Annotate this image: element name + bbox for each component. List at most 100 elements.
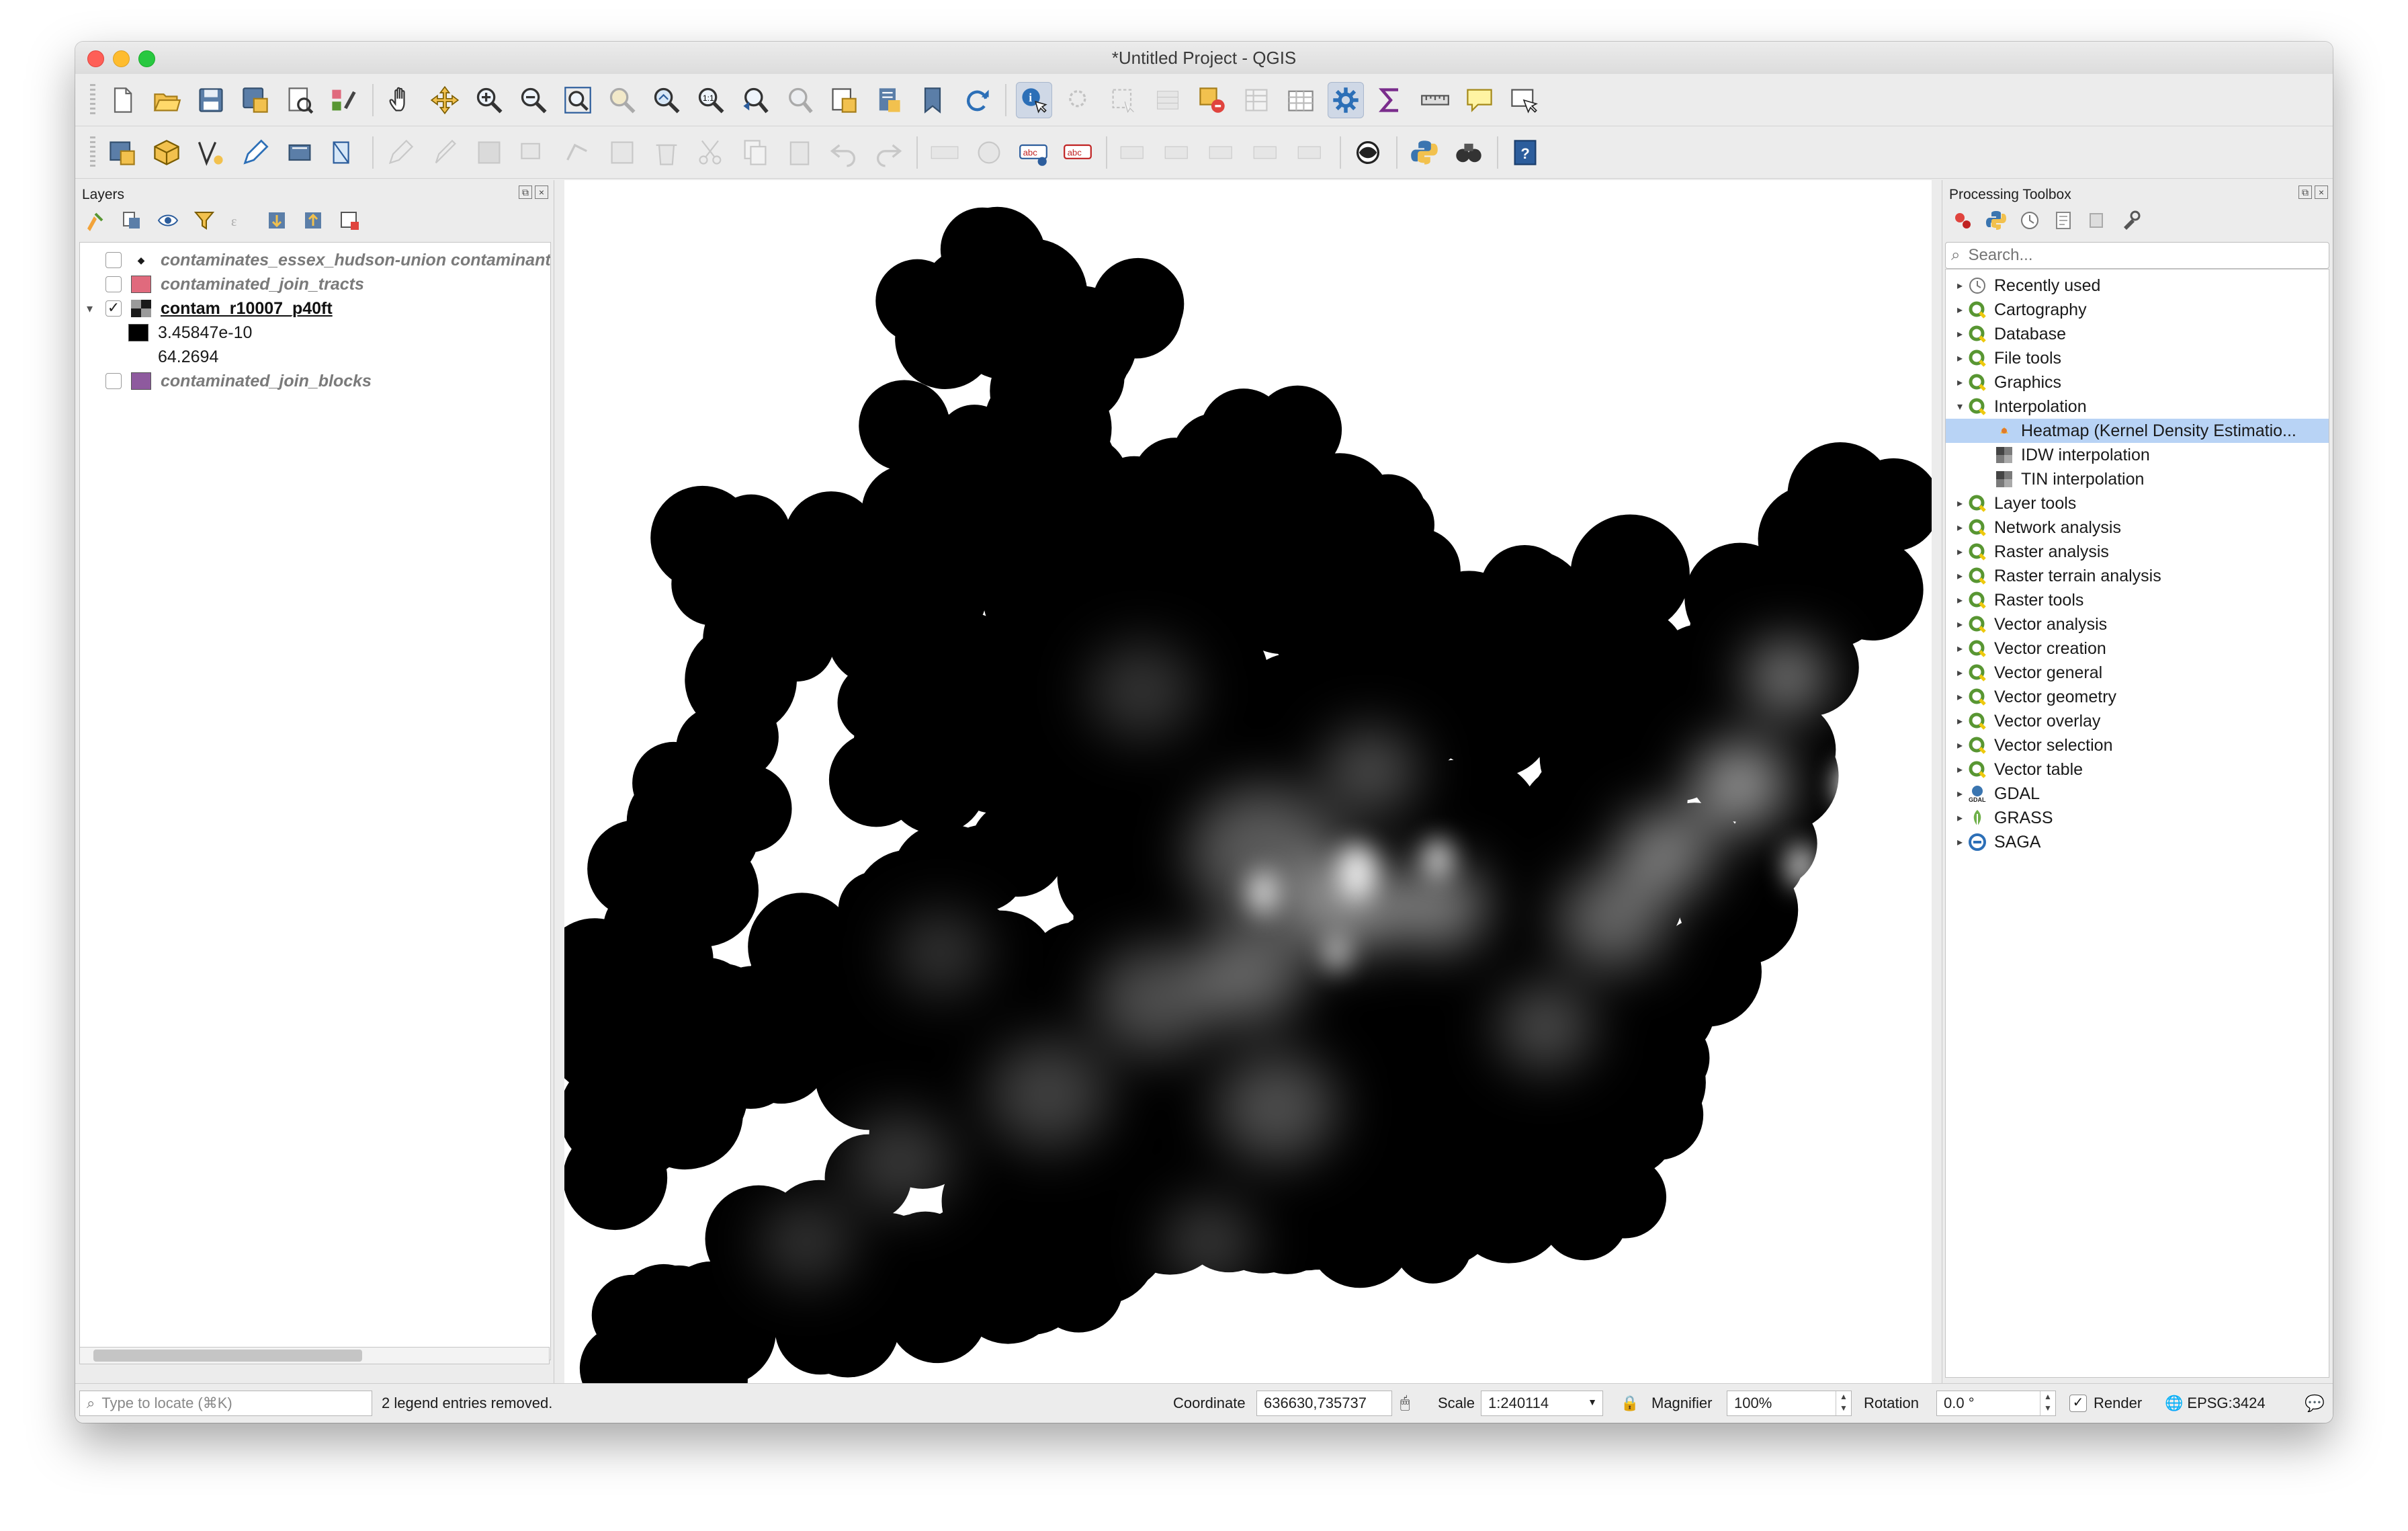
change-label-icon[interactable]	[1294, 135, 1329, 170]
algorithm-group[interactable]: ▾ Interpolation	[1946, 395, 2329, 419]
algorithm-group[interactable]: ▸ Recently used	[1946, 274, 2329, 298]
rotate-label-icon[interactable]	[1250, 135, 1285, 170]
edit-pencil-icon[interactable]	[238, 135, 273, 170]
copy-icon[interactable]	[738, 135, 773, 170]
gps-icon[interactable]	[282, 135, 317, 170]
algorithm-group[interactable]: ▸ Layer tools	[1946, 491, 2329, 515]
new-geopackage-icon[interactable]	[149, 135, 184, 170]
algorithm-group[interactable]: ▸ Graphics	[1946, 370, 2329, 395]
algorithm-group[interactable]: ▸ GDAL GDAL	[1946, 782, 2329, 806]
expand-all-icon[interactable]	[263, 207, 290, 234]
mesh-digitize-icon[interactable]	[327, 135, 361, 170]
modify-attributes-icon[interactable]	[605, 135, 640, 170]
chevron-right-icon[interactable]: ▸	[1952, 714, 1967, 728]
collapse-arrow-icon[interactable]: ▾	[87, 302, 100, 316]
algorithm-group[interactable]: ▸ Vector overlay	[1946, 709, 2329, 733]
algorithm-group[interactable]: ▸ Vector selection	[1946, 733, 2329, 757]
layer-visibility-checkbox[interactable]	[105, 276, 122, 292]
sum-icon[interactable]	[1373, 83, 1408, 118]
algorithm-group[interactable]: ▸ File tools	[1946, 346, 2329, 370]
algorithm-group[interactable]: ▸ Vector geometry	[1946, 685, 2329, 709]
deselect-icon[interactable]	[1195, 83, 1230, 118]
coordinate-field[interactable]: 636630,735737	[1256, 1391, 1392, 1416]
chevron-right-icon[interactable]: ▸	[1952, 569, 1967, 583]
zoom-full-icon[interactable]	[560, 83, 595, 118]
lock-scale-icon[interactable]: 🔒	[1621, 1391, 1639, 1416]
redo-icon[interactable]	[871, 135, 906, 170]
diagram-tool-icon[interactable]	[972, 135, 1006, 170]
delete-selected-icon[interactable]	[649, 135, 684, 170]
zoom-to-selection-icon[interactable]	[605, 83, 640, 118]
models-icon[interactable]	[1949, 207, 1976, 234]
filter-legend-icon[interactable]	[191, 207, 218, 234]
toolbox-search-input[interactable]	[1967, 245, 2292, 265]
show-hide-labels-icon[interactable]	[1161, 135, 1196, 170]
georeferencer-icon[interactable]	[1350, 135, 1385, 170]
label-tool-icon[interactable]	[927, 135, 962, 170]
layer-labeling-icon[interactable]: abc	[1016, 135, 1051, 170]
move-label-icon[interactable]	[1205, 135, 1240, 170]
spin-arrows-icon[interactable]: ▲ ▼	[2040, 1391, 2055, 1415]
plugins-icon[interactable]	[1451, 135, 1486, 170]
chevron-right-icon[interactable]: ▸	[1952, 787, 1967, 800]
undo-icon[interactable]	[826, 135, 861, 170]
vertex-tool-icon[interactable]	[560, 135, 595, 170]
new-bookmark-icon[interactable]	[915, 83, 950, 118]
add-feature-icon[interactable]	[516, 135, 551, 170]
algorithm-item[interactable]: Heatmap (Kernel Density Estimatio...	[1946, 419, 2329, 443]
chevron-right-icon[interactable]: ▸	[1952, 739, 1967, 752]
algorithm-group[interactable]: ▸ Vector creation	[1946, 636, 2329, 661]
chevron-right-icon[interactable]: ▸	[1952, 666, 1967, 679]
algorithm-group[interactable]: ▸ Vector analysis	[1946, 612, 2329, 636]
chevron-right-icon[interactable]: ▸	[1952, 618, 1967, 631]
zoom-in-icon[interactable]	[472, 83, 507, 118]
coordinate-value[interactable]: 636630,735737	[1256, 1391, 1392, 1416]
close-panel-icon[interactable]: ×	[535, 185, 548, 199]
history-icon[interactable]	[2016, 207, 2043, 234]
spin-arrows-icon[interactable]: ▲ ▼	[1836, 1391, 1851, 1415]
magnifier-spinbox[interactable]: 100% ▲ ▼	[1727, 1391, 1852, 1416]
layer-row[interactable]: contaminated_join_blocks	[80, 369, 372, 393]
algorithm-item[interactable]: IDW interpolation	[1946, 443, 2329, 467]
render-toggle[interactable]: ✓ Render	[2069, 1391, 2142, 1416]
messages-icon[interactable]: 💬	[2305, 1391, 2325, 1416]
refresh-icon[interactable]	[959, 83, 994, 118]
select-menu-icon[interactable]	[1150, 83, 1185, 118]
layer-diagram-icon[interactable]: abc	[1060, 135, 1095, 170]
chevron-right-icon[interactable]: ▸	[1952, 351, 1967, 365]
horizontal-scrollbar[interactable]	[79, 1347, 550, 1364]
toggle-editing-icon[interactable]	[383, 135, 418, 170]
pan-to-selection-icon[interactable]	[427, 83, 462, 118]
algorithm-group[interactable]: ▸ Vector table	[1946, 757, 2329, 782]
processing-toolbox-icon[interactable]	[1328, 81, 1364, 118]
chevron-right-icon[interactable]: ▸	[1952, 763, 1967, 776]
layer-visibility-checkbox[interactable]: ✓	[105, 300, 122, 317]
select-features-icon[interactable]	[1062, 83, 1096, 118]
chevron-right-icon[interactable]: ▸	[1952, 835, 1967, 849]
select-by-area-icon[interactable]	[1106, 83, 1141, 118]
style-manager-icon[interactable]	[327, 83, 361, 118]
save-as-icon[interactable]	[238, 83, 273, 118]
annotation-icon[interactable]	[1506, 83, 1541, 118]
paste-icon[interactable]	[782, 135, 817, 170]
chevron-right-icon[interactable]: ▸	[1952, 545, 1967, 558]
chevron-right-icon[interactable]: ▸	[1952, 642, 1967, 655]
algorithm-group[interactable]: ▸ Network analysis	[1946, 515, 2329, 540]
chevron-right-icon[interactable]: ▸	[1952, 376, 1967, 389]
scrollbar-thumb[interactable]	[93, 1350, 362, 1362]
algorithm-group[interactable]: ▸ Cartography	[1946, 298, 2329, 322]
help-icon[interactable]: ?	[1508, 135, 1543, 170]
save-edits-icon[interactable]	[472, 135, 507, 170]
data-source-manager-icon[interactable]	[105, 135, 140, 170]
attribute-table-icon[interactable]	[1239, 83, 1274, 118]
zoom-last-icon[interactable]	[738, 83, 773, 118]
layer-row[interactable]: contaminated_join_tracts	[80, 272, 364, 296]
layer-visibility-checkbox[interactable]	[105, 373, 122, 389]
results-viewer-icon[interactable]	[2050, 207, 2077, 234]
measure-icon[interactable]	[1418, 83, 1453, 118]
scale-combo[interactable]: 1:240114 ▼	[1481, 1391, 1603, 1416]
temporal-controller-icon[interactable]	[871, 83, 906, 118]
float-panel-icon[interactable]: ⧉	[2298, 185, 2312, 199]
digitize-vertex-icon[interactable]	[194, 135, 228, 170]
toolbar-grip[interactable]	[90, 83, 95, 116]
